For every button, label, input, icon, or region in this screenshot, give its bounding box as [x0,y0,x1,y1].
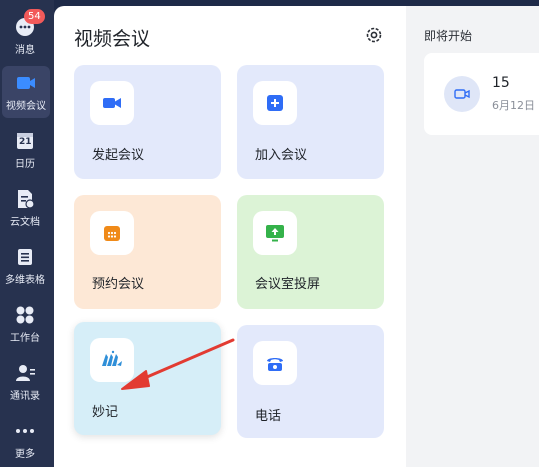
table-icon [14,246,36,268]
nav-item-calendar[interactable]: 21 日历 [0,124,50,176]
upcoming-title: 即将开始 [424,29,473,43]
meeting-number: 15 [492,75,510,91]
video-meeting-panel: 视频会议 发起会议 加入会议 预约会议 会议室投屏 妙记 电话 [54,6,406,467]
calendar-icon: 21 [14,130,36,152]
minutes-logo-icon [90,338,134,382]
telephone-icon [253,341,297,385]
tile-label: 会议室投屏 [255,277,321,292]
nav-label: 云文档 [10,217,40,228]
nav-label: 工作台 [10,333,40,344]
tile-label: 加入会议 [255,148,308,163]
plus-square-icon [253,81,297,125]
nav-item-workplace[interactable]: 工作台 [0,298,50,350]
phone-button[interactable]: 电话 [237,325,384,438]
upcoming-meeting-card[interactable]: 15 6月12日 [424,53,539,135]
more-dots-icon [14,420,36,442]
sidebar-nav: 消息 54 视频会议 21 日历 云文档 多维表格 工作台 通讯录 更多 [0,0,54,467]
nav-item-contacts[interactable]: 通讯录 [0,356,50,408]
document-icon [14,188,36,210]
minutes-button[interactable]: 妙记 [74,322,221,435]
video-camera-icon [444,76,480,112]
room-screen-share-button[interactable]: 会议室投屏 [237,195,384,309]
nav-item-bitable[interactable]: 多维表格 [0,240,50,292]
schedule-meeting-button[interactable]: 预约会议 [74,195,221,309]
tile-label: 预约会议 [92,277,145,292]
nav-label: 多维表格 [5,275,45,286]
page-title: 视频会议 [74,28,151,50]
nav-label: 视频会议 [6,101,46,112]
contacts-icon [14,362,36,384]
nav-label: 消息 [15,45,35,56]
start-meeting-button[interactable]: 发起会议 [74,65,221,179]
nav-label: 日历 [15,159,35,170]
calendar-icon [90,211,134,255]
video-camera-icon [15,72,37,94]
join-meeting-button[interactable]: 加入会议 [237,65,384,179]
unread-badge: 54 [24,9,45,24]
calendar-day: 21 [19,137,32,147]
upcoming-section: 即将开始 15 6月12日 [406,6,539,467]
video-camera-icon [90,81,134,125]
apps-grid-icon [14,304,36,326]
nav-label: 更多 [15,449,35,460]
screen-share-icon [253,211,297,255]
nav-label: 通讯录 [10,391,40,402]
nav-item-video-meeting[interactable]: 视频会议 [2,66,50,118]
nav-item-docs[interactable]: 云文档 [0,182,50,234]
nav-item-more[interactable]: 更多 [0,414,50,466]
tile-label: 妙记 [92,405,119,420]
tile-label: 发起会议 [92,148,145,163]
gear-icon[interactable] [365,26,383,44]
meeting-date: 6月12日 [492,99,535,112]
tile-label: 电话 [255,409,282,424]
